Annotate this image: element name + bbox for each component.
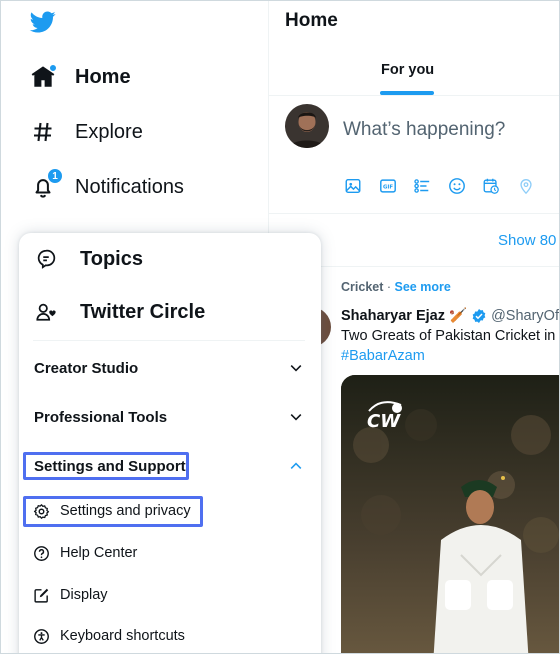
see-more-link[interactable]: See more <box>395 280 451 294</box>
accordion-settings-and-support[interactable]: Settings and Support <box>19 449 321 483</box>
author-handle[interactable]: @SharyOff <box>491 308 559 324</box>
twitter-circle-icon <box>33 299 59 325</box>
menu-label-help-center: Help Center <box>60 545 138 561</box>
nav-label-home: Home <box>75 65 131 88</box>
chevron-down-icon <box>287 408 305 426</box>
separator: · <box>383 280 395 294</box>
topics-icon <box>33 246 59 272</box>
bell-icon: 1 <box>29 168 63 201</box>
home-unread-dot <box>49 64 57 72</box>
menu-label-twitter-circle: Twitter Circle <box>80 300 206 323</box>
menu-item-display[interactable]: Display <box>32 582 108 608</box>
avatar[interactable] <box>285 104 329 148</box>
menu-label-settings-and-privacy: Settings and privacy <box>60 503 191 519</box>
tweet-topic-context: Cricket · See more <box>341 280 451 294</box>
compose-input[interactable]: What’s happening? <box>343 119 505 141</box>
app-window: Home Explore 1 Notifications Home For yo… <box>0 0 560 654</box>
author-name[interactable]: Shaharyar Ejaz 🏏 <box>341 307 467 324</box>
menu-label-display: Display <box>60 587 108 603</box>
hashtag-icon <box>29 118 57 146</box>
chevron-up-icon <box>287 457 305 475</box>
gif-icon[interactable]: GIF <box>378 176 398 196</box>
page-title: Home <box>285 10 338 31</box>
nav-item-notifications[interactable]: 1 Notifications <box>29 167 184 207</box>
hashtag-link[interactable]: #BabarAzam <box>341 348 425 364</box>
divider <box>269 95 559 96</box>
accordion-creator-studio[interactable]: Creator Studio <box>19 351 321 385</box>
home-icon <box>29 63 57 91</box>
notification-count-badge: 1 <box>47 168 63 184</box>
nav-label-notifications: Notifications <box>75 175 184 198</box>
twitter-bird-icon[interactable] <box>29 9 57 35</box>
divider <box>33 340 305 341</box>
show-new-posts-link[interactable]: Show 80 <box>498 232 556 249</box>
svg-text:GIF: GIF <box>382 185 392 191</box>
accordion-label: Professional Tools <box>34 408 168 426</box>
gear-icon <box>32 502 50 520</box>
menu-item-twitter-circle[interactable]: Twitter Circle <box>33 295 205 329</box>
chevron-down-icon <box>287 359 305 377</box>
tweet-author: Shaharyar Ejaz 🏏 @SharyOff <box>341 307 559 325</box>
image-icon[interactable] <box>343 176 363 196</box>
verified-badge-icon <box>471 308 487 324</box>
more-menu-popup: Topics Twitter Circle Creator Studio Pro… <box>19 233 321 653</box>
menu-label-keyboard-shortcuts: Keyboard shortcuts <box>60 628 185 644</box>
nav-label-explore: Explore <box>75 120 143 143</box>
accordion-label: Settings and Support <box>34 457 186 475</box>
menu-label-topics: Topics <box>80 247 143 270</box>
poll-icon[interactable] <box>412 176 432 196</box>
emoji-icon[interactable] <box>447 176 467 196</box>
nav-item-home[interactable]: Home <box>29 57 131 97</box>
tweet-media-photo[interactable]: CW <box>341 375 559 653</box>
topic-label: Cricket <box>341 280 384 294</box>
tab-for-you[interactable]: For you <box>381 62 434 78</box>
nav-item-explore[interactable]: Explore <box>29 112 143 152</box>
divider <box>269 213 559 214</box>
display-icon <box>32 586 50 604</box>
accordion-professional-tools[interactable]: Professional Tools <box>19 400 321 434</box>
menu-item-settings-and-privacy[interactable]: Settings and privacy <box>32 498 191 524</box>
help-icon <box>32 544 50 562</box>
accordion-label: Creator Studio <box>34 359 139 377</box>
location-icon[interactable] <box>516 176 536 196</box>
menu-item-help-center[interactable]: Help Center <box>32 540 137 566</box>
svg-text:CW: CW <box>367 411 401 432</box>
schedule-icon[interactable] <box>481 176 501 196</box>
tweet-text: Two Greats of Pakistan Cricket in <box>341 328 556 344</box>
menu-item-topics[interactable]: Topics <box>33 242 143 276</box>
menu-item-keyboard-shortcuts[interactable]: Keyboard shortcuts <box>32 623 185 649</box>
compose-toolbar: GIF <box>343 176 550 196</box>
accessibility-icon <box>32 627 50 645</box>
